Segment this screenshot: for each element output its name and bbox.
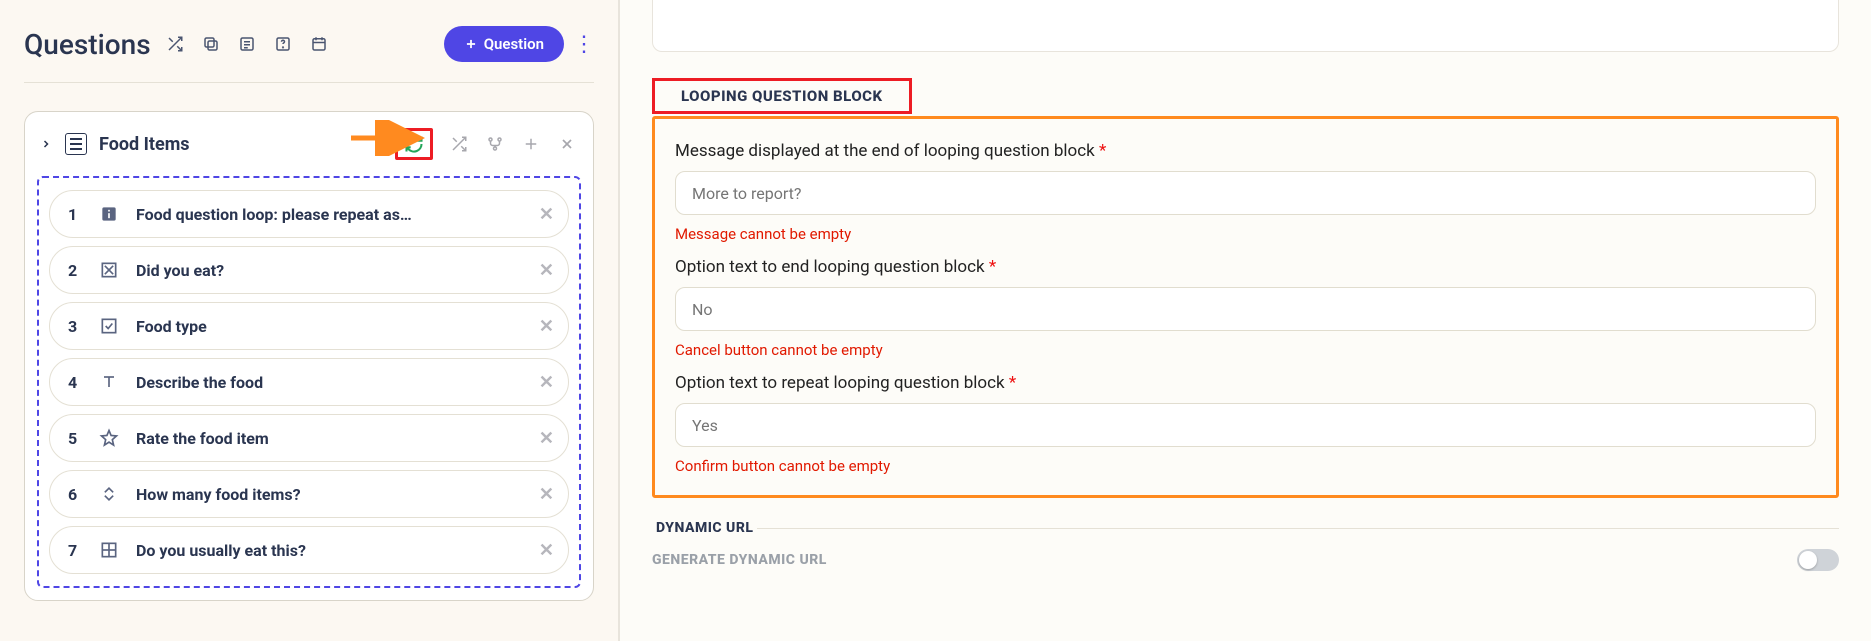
info-type-icon [98,203,120,225]
question-row[interactable]: 1 Food question loop: please repeat as… … [49,190,569,238]
loop-end-message-input[interactable] [675,171,1816,215]
settings-panel: LOOPING QUESTION BLOCK Message displayed… [618,0,1871,641]
questions-toolbar [165,34,329,54]
field-error: Message cannot be empty [675,225,1816,243]
question-text: Food type [136,317,523,336]
add-question-button[interactable]: Question [444,26,564,62]
section-divider [652,528,1839,529]
generate-dynamic-url-toggle[interactable] [1797,549,1839,571]
star-type-icon [98,427,120,449]
block-icon [65,133,87,155]
remove-question-icon[interactable]: ✕ [539,372,554,393]
branch-icon[interactable] [485,134,505,154]
block-title: Food Items [99,134,190,155]
question-number: 3 [68,317,82,336]
calendar-icon[interactable] [309,34,329,54]
looping-fields-frame: Message displayed at the end of looping … [652,116,1839,498]
close-block-icon[interactable] [557,134,577,154]
questions-title-row: Questions [24,28,329,61]
questions-header-right: Question ⋮ [444,26,594,62]
question-list: 1 Food question loop: please repeat as… … [37,176,581,588]
field-label: Message displayed at the end of looping … [675,141,1816,161]
remove-question-icon[interactable]: ✕ [539,484,554,505]
question-block-card: Food Items 1 Food question loop: please [24,111,594,601]
add-question-label: Question [484,35,544,53]
remove-question-icon[interactable]: ✕ [539,316,554,337]
question-number: 7 [68,541,82,560]
field-error: Cancel button cannot be empty [675,341,1816,359]
add-icon[interactable] [521,134,541,154]
remove-question-icon[interactable]: ✕ [539,540,554,561]
checkbox-type-icon [98,259,120,281]
field-label: Option text to end looping question bloc… [675,257,1816,277]
required-mark: * [1099,141,1106,161]
required-mark: * [1009,373,1016,393]
question-text: Do you usually eat this? [136,541,523,560]
questions-panel: Questions Question ⋮ Food Items [0,0,618,641]
remove-question-icon[interactable]: ✕ [539,428,554,449]
question-number: 4 [68,373,82,392]
question-number: 1 [68,205,82,224]
list-icon[interactable] [237,34,257,54]
field-error: Confirm button cannot be empty [675,457,1816,475]
dynamic-url-row: GENERATE DYNAMIC URL [652,549,1839,571]
previous-section-box [652,0,1839,52]
looping-section-title: LOOPING QUESTION BLOCK [652,78,912,114]
dynamic-url-section-title: DYNAMIC URL [652,520,757,536]
remove-question-icon[interactable]: ✕ [539,260,554,281]
question-text: Food question loop: please repeat as… [136,205,523,224]
header-divider [24,82,594,83]
remove-question-icon[interactable]: ✕ [539,204,554,225]
kebab-menu-icon[interactable]: ⋮ [574,32,594,57]
check-type-icon [98,315,120,337]
question-text: Did you eat? [136,261,523,280]
question-number: 2 [68,261,82,280]
question-row[interactable]: 7 Do you usually eat this? ✕ [49,526,569,574]
loop-repeat-option-input[interactable] [675,403,1816,447]
chevron-right-icon[interactable] [39,137,53,151]
annotation-arrow-icon [349,120,427,156]
question-number: 6 [68,485,82,504]
question-row[interactable]: 5 Rate the food item ✕ [49,414,569,462]
question-block-header[interactable]: Food Items [25,112,593,176]
shuffle-icon[interactable] [165,34,185,54]
field-label: Option text to repeat looping question b… [675,373,1816,393]
grid-type-icon [98,539,120,561]
text-type-icon [98,371,120,393]
questions-title: Questions [24,28,151,61]
question-text: Describe the food [136,373,523,392]
question-text: Rate the food item [136,429,523,448]
question-row[interactable]: 3 Food type ✕ [49,302,569,350]
question-row[interactable]: 4 Describe the food ✕ [49,358,569,406]
help-icon[interactable] [273,34,293,54]
question-text: How many food items? [136,485,523,504]
copy-icon[interactable] [201,34,221,54]
loop-end-option-input[interactable] [675,287,1816,331]
generate-dynamic-url-label: GENERATE DYNAMIC URL [652,552,827,568]
question-row[interactable]: 6 How many food items? ✕ [49,470,569,518]
required-mark: * [989,257,996,277]
questions-header: Questions Question ⋮ [24,20,594,68]
question-number: 5 [68,429,82,448]
question-row[interactable]: 2 Did you eat? ✕ [49,246,569,294]
shuffle-block-icon[interactable] [449,134,469,154]
number-type-icon [98,483,120,505]
